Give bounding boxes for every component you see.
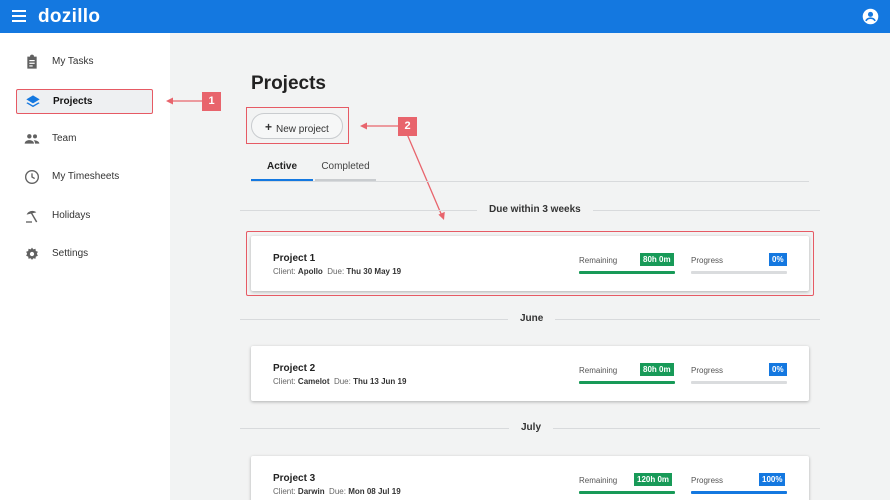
group-label: July — [509, 422, 554, 433]
project-card[interactable]: Project 2 Client: Camelot Due: Thu 13 Ju… — [251, 346, 809, 401]
clock-icon — [25, 170, 39, 184]
progress-bar — [691, 491, 787, 494]
tab-label: Active — [266, 161, 297, 172]
remaining-label: Remaining — [579, 476, 618, 485]
top-app-bar: dozillo — [0, 0, 890, 33]
tab-label: Completed — [321, 161, 370, 172]
new-project-label: New project — [276, 124, 329, 135]
progress-badge: 0% — [769, 363, 787, 376]
project-name: Project 1 — [273, 253, 316, 264]
app-logo[interactable]: dozillo — [38, 6, 100, 28]
group-label: June — [508, 313, 556, 324]
due-date: Mon 08 Jul 19 — [348, 487, 401, 496]
sidebar-item-label: Settings — [52, 248, 89, 259]
progress-badge: 0% — [769, 253, 787, 266]
sidebar-item-label: My Timesheets — [52, 171, 120, 182]
remaining-bar — [579, 491, 675, 494]
tab-active[interactable]: Active — [251, 161, 313, 181]
layers-icon — [26, 95, 40, 108]
project-meta: Client: Apollo Due: Thu 30 May 19 — [273, 267, 402, 276]
due-date: Thu 13 Jun 19 — [353, 377, 407, 386]
sidebar-item-holidays[interactable]: Holidays — [16, 204, 153, 229]
progress-fill — [691, 491, 787, 494]
client-name: Camelot — [297, 377, 330, 386]
sidebar-item-label: Holidays — [52, 210, 91, 221]
sidebar-item-label: My Tasks — [52, 56, 94, 67]
remaining-label: Remaining — [579, 366, 618, 375]
page-title: Projects — [251, 73, 326, 94]
progress-bar — [691, 271, 787, 274]
remaining-badge: 120h 0m — [634, 473, 673, 486]
progress-badge: 100% — [759, 473, 786, 486]
callout-badge-1: 1 — [202, 92, 221, 111]
project-name: Project 3 — [273, 473, 316, 484]
progress-bar — [691, 381, 787, 384]
sidebar-item-my-tasks[interactable]: My Tasks — [16, 50, 153, 75]
tabs-divider — [251, 181, 809, 182]
remaining-label: Remaining — [579, 256, 618, 265]
new-project-highlight: + New project — [246, 107, 349, 144]
sidebar-item-team[interactable]: Team — [16, 127, 153, 152]
progress-label: Progress — [691, 366, 724, 375]
beach-icon — [26, 210, 38, 223]
remaining-badge: 80h 0m — [640, 363, 674, 376]
remaining-bar — [579, 381, 675, 384]
sidebar-item-my-timesheets[interactable]: My Timesheets — [16, 165, 153, 190]
progress-label: Progress — [691, 476, 724, 485]
client-name: Darwin — [297, 487, 325, 496]
client-name: Apollo — [297, 267, 323, 276]
project-card[interactable]: Project 1 Client: Apollo Due: Thu 30 May… — [251, 236, 809, 291]
gear-icon — [26, 247, 38, 260]
account-icon[interactable] — [862, 8, 879, 25]
group-label: Due within 3 weeks — [477, 204, 593, 215]
project-meta: Client: Camelot Due: Thu 13 Jun 19 — [273, 377, 407, 386]
project-meta: Client: Darwin Due: Mon 08 Jul 19 — [273, 487, 401, 496]
sidebar-item-label: Team — [52, 133, 77, 144]
new-project-button[interactable]: + New project — [251, 113, 343, 139]
people-icon — [24, 134, 40, 144]
due-date: Thu 30 May 19 — [346, 267, 402, 276]
project-card[interactable]: Project 3 Client: Darwin Due: Mon 08 Jul… — [251, 456, 809, 500]
tab-completed[interactable]: Completed — [315, 161, 376, 181]
sidebar: My Tasks Projects Team My Timesheets Hol… — [0, 33, 170, 500]
sidebar-item-projects[interactable]: Projects — [16, 89, 153, 114]
remaining-badge: 80h 0m — [640, 253, 674, 266]
hamburger-menu-icon[interactable] — [12, 10, 26, 22]
remaining-bar — [579, 271, 675, 274]
sidebar-item-label: Projects — [53, 96, 93, 107]
clipboard-icon — [27, 54, 37, 69]
sidebar-item-settings[interactable]: Settings — [16, 242, 153, 267]
progress-label: Progress — [691, 256, 724, 265]
plus-icon: + — [265, 120, 273, 134]
project-name: Project 2 — [273, 363, 316, 374]
callout-badge-2: 2 — [398, 117, 417, 136]
